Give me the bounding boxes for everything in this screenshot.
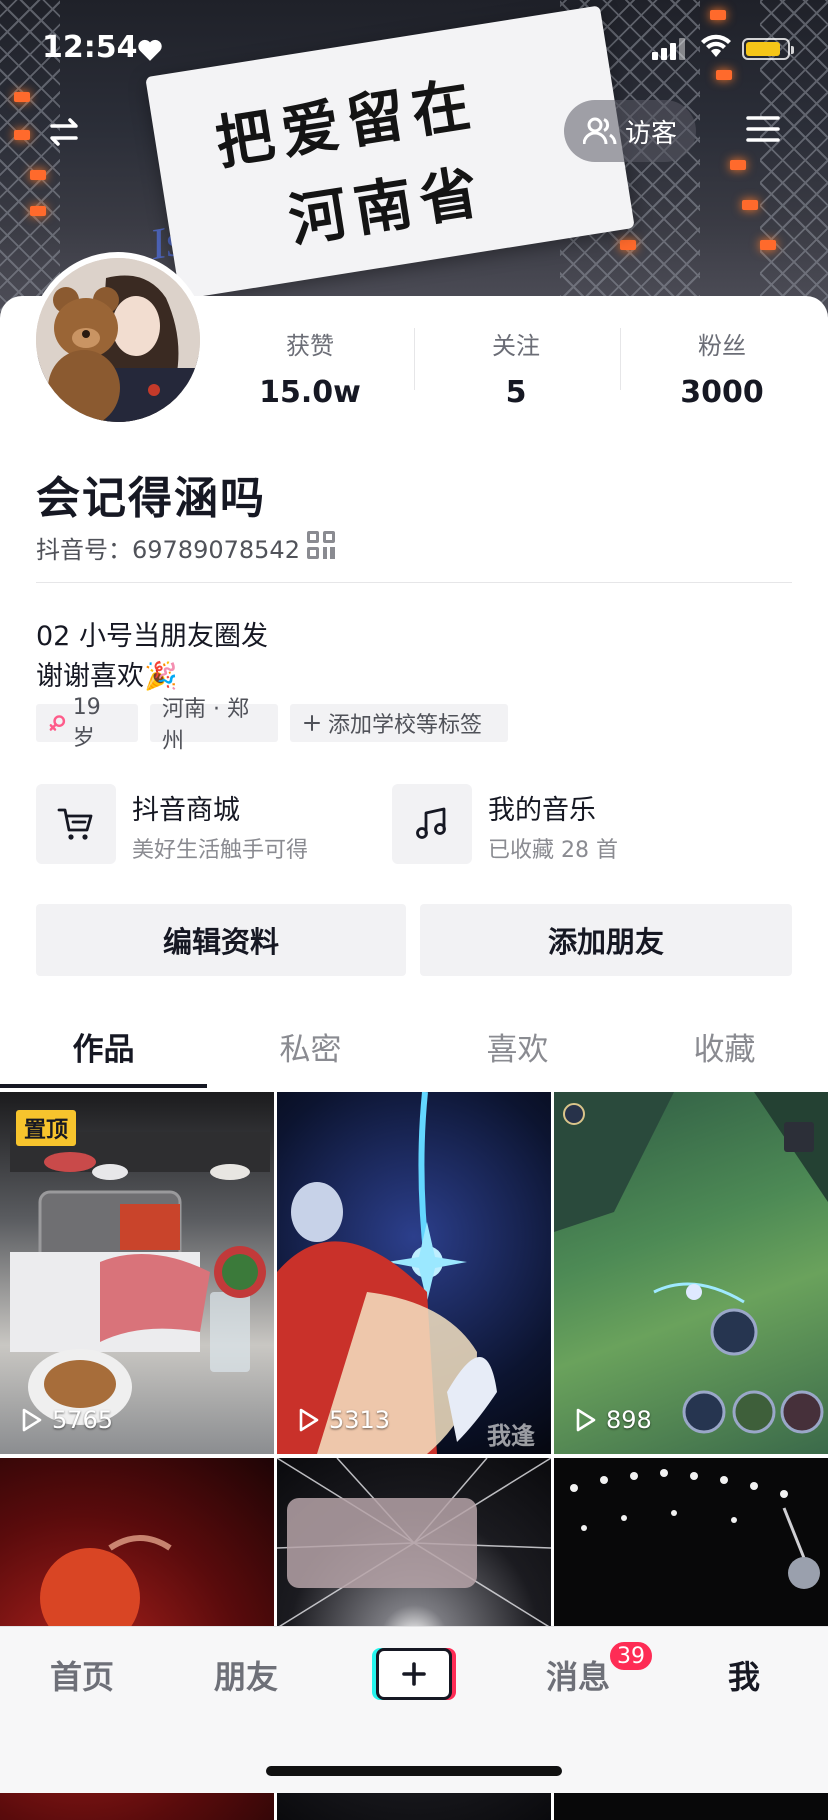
douyin-id[interactable]: 抖音号：69789078542 <box>36 530 300 565</box>
stat-likes-value: 15.0w <box>259 375 361 410</box>
tab-indicator <box>0 1084 207 1088</box>
avatar[interactable] <box>30 252 206 428</box>
nickname: 会记得涵吗 <box>36 473 266 524</box>
tab-favorites[interactable]: 收藏 <box>621 1024 828 1069</box>
stat-followers[interactable]: 粉丝 3000 <box>622 326 822 410</box>
video-watermark: 我逢 <box>487 1422 535 1450</box>
status-time: 12:54 <box>42 30 138 65</box>
nav-me[interactable]: 我 <box>728 1652 760 1698</box>
home-indicator <box>266 1766 562 1776</box>
tab-private[interactable]: 私密 <box>207 1024 414 1069</box>
age-label: 19 岁 <box>72 694 101 751</box>
messages-badge: 39 <box>608 1640 654 1672</box>
play-icon <box>299 1408 319 1432</box>
add-school-label: 添加学校等标签 <box>328 713 483 738</box>
hotpot-image <box>10 1132 270 1425</box>
play-count: 5765 <box>18 1406 113 1434</box>
nav-messages[interactable]: 消息 <box>546 1652 610 1698</box>
plus-icon <box>402 1662 426 1686</box>
menu-button[interactable] <box>746 114 780 144</box>
battery-icon <box>742 38 794 60</box>
apple-image <box>40 1535 172 1648</box>
stat-following-label: 关注 <box>492 332 540 360</box>
nav-home[interactable]: 首页 <box>50 1652 114 1698</box>
visitor-button[interactable]: 访客 <box>564 100 696 162</box>
visitors-icon <box>582 117 617 145</box>
pinned-badge: 置顶 <box>16 1110 77 1146</box>
entry-subtitle: 美好生活触手可得 <box>132 838 309 863</box>
entry-title: 我的音乐 <box>488 795 596 826</box>
wifi-icon <box>701 34 731 57</box>
play-icon <box>576 1408 596 1432</box>
entry-subtitle: 已收藏 28 首 <box>488 838 618 863</box>
music-note-icon <box>416 807 446 839</box>
tab-works[interactable]: 作品 <box>0 1024 207 1069</box>
stat-following[interactable]: 关注 5 <box>416 326 616 410</box>
moba-game-image <box>554 1092 828 1434</box>
fireworks-image <box>277 1458 551 1629</box>
play-count: 898 <box>572 1406 652 1434</box>
video-thumbnail[interactable]: 我逢 5313 <box>277 1092 551 1454</box>
stat-following-value: 5 <box>505 375 527 410</box>
nav-friends[interactable]: 朋友 <box>214 1652 278 1698</box>
play-count: 5313 <box>295 1406 390 1434</box>
age-tag: 19 岁 <box>36 695 138 751</box>
add-school-tag[interactable]: 添加学校等标签 <box>290 704 508 742</box>
play-count-value: 898 <box>606 1406 652 1434</box>
signal-icon <box>652 38 685 60</box>
create-video-button[interactable] <box>376 1648 452 1700</box>
tab-liked[interactable]: 喜欢 <box>414 1024 621 1069</box>
douyin-mall-entry[interactable]: 抖音商城 美好生活触手可得 <box>36 784 376 864</box>
play-icon <box>22 1408 42 1432</box>
avatar-image <box>36 258 200 422</box>
bio-line: 02 小号当朋友圈发 <box>36 621 268 652</box>
entry-title: 抖音商城 <box>132 795 240 826</box>
heart-icon <box>138 39 162 61</box>
location-tag: 河南 · 郑州 <box>150 697 278 754</box>
video-thumbnail[interactable]: 置顶 5765 <box>0 1092 274 1454</box>
play-count-value: 5765 <box>52 1406 114 1434</box>
play-count-value: 5313 <box>329 1406 391 1434</box>
stat-followers-label: 粉丝 <box>698 332 746 360</box>
stat-divider <box>414 328 415 390</box>
stat-likes-label: 获赞 <box>286 332 334 360</box>
female-icon <box>49 715 66 731</box>
cart-icon <box>57 808 93 840</box>
video-thumbnail[interactable]: 898 <box>554 1092 828 1454</box>
section-divider <box>36 582 792 583</box>
switch-account-button[interactable] <box>44 112 84 152</box>
my-music-entry[interactable]: 我的音乐 已收藏 28 首 <box>392 784 732 864</box>
location-label: 河南 · 郑州 <box>162 697 249 754</box>
qr-code-icon[interactable] <box>306 530 336 560</box>
stat-likes[interactable]: 获赞 15.0w <box>210 326 410 410</box>
add-friend-button[interactable]: 添加朋友 <box>420 904 792 976</box>
stat-followers-value: 3000 <box>680 375 764 410</box>
plus-icon <box>304 715 320 731</box>
string-lights-image <box>570 1469 820 1589</box>
sky-game-image <box>277 1092 497 1454</box>
edit-profile-button[interactable]: 编辑资料 <box>36 904 406 976</box>
stat-divider <box>620 328 621 390</box>
bio-line: 谢谢喜欢🎉 <box>36 661 178 692</box>
visitor-label: 访客 <box>624 118 677 149</box>
